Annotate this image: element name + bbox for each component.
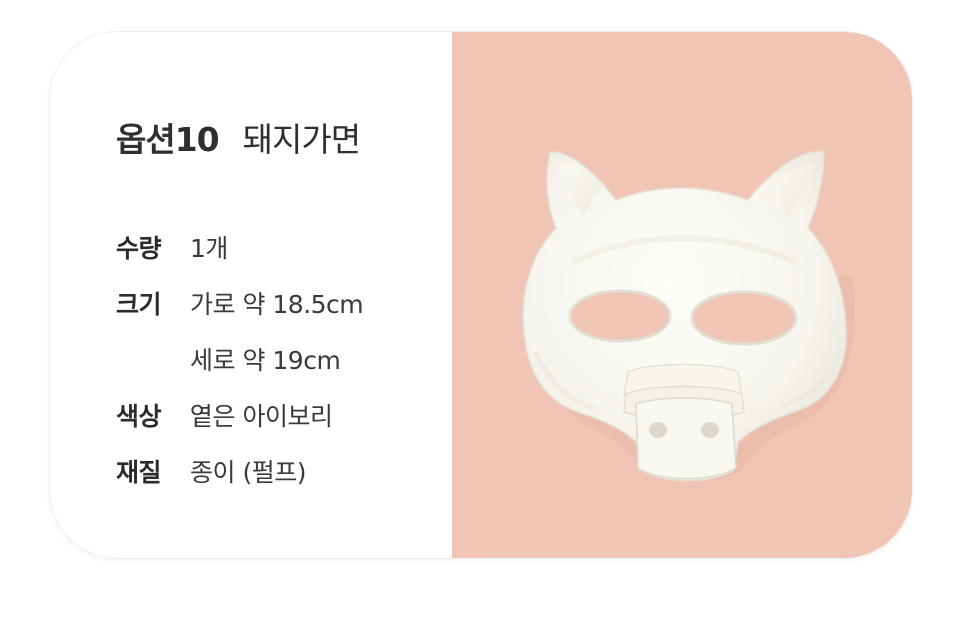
- option-number: 옵션10: [116, 120, 220, 159]
- product-info-panel: 옵션10 돼지가면 수량 1개 크기 가로 약 18.5cm 세로 약 19cm 색상…: [50, 32, 452, 558]
- product-photo: [452, 32, 912, 558]
- product-name: 돼지가면: [242, 120, 361, 159]
- snout: [635, 397, 737, 480]
- spec-value: 세로 약 19cm: [190, 346, 341, 375]
- spec-value: 종이 (펄프): [190, 458, 306, 487]
- right-eye-hole: [690, 290, 798, 346]
- product-title: 옵션10 돼지가면: [116, 120, 361, 160]
- pig-mask-icon: [522, 150, 855, 482]
- left-eye-hole: [568, 289, 672, 343]
- spec-label: 크기: [116, 290, 162, 319]
- spec-value: 1개: [190, 234, 228, 263]
- spec-label: 재질: [116, 458, 162, 487]
- spec-row-quantity: 수량 1개: [116, 232, 228, 266]
- spec-row-size-height: 세로 약 19cm: [116, 344, 341, 378]
- spec-label: 수량: [116, 234, 162, 263]
- spec-value: 옅은 아이보리: [190, 402, 333, 431]
- spec-row-material: 재질 종이 (펄프): [116, 456, 306, 490]
- spec-value: 가로 약 18.5cm: [190, 290, 364, 319]
- spec-label: 색상: [116, 402, 162, 431]
- spec-row-color: 색상 옅은 아이보리: [116, 400, 333, 434]
- right-nostril: [701, 422, 719, 438]
- product-option-card: 옵션10 돼지가면 수량 1개 크기 가로 약 18.5cm 세로 약 19cm 색상…: [50, 32, 912, 558]
- left-nostril: [649, 422, 667, 438]
- spec-row-size-width: 크기 가로 약 18.5cm: [116, 288, 364, 322]
